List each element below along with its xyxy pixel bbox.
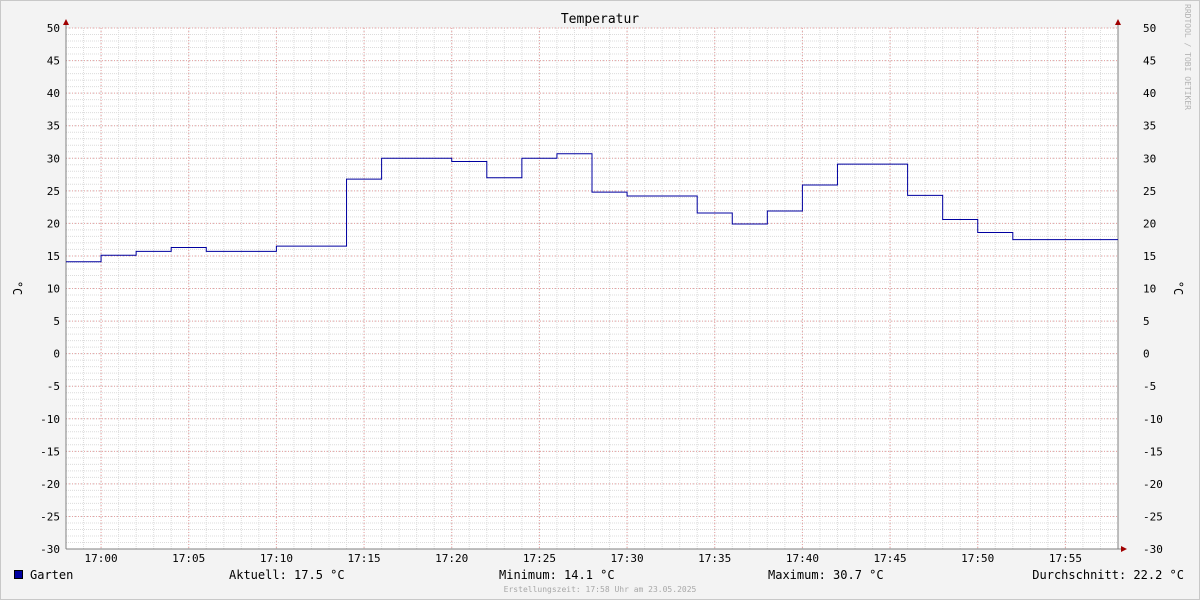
y-tick-label-left: -30: [40, 543, 60, 556]
y-tick-label-right: 40: [1143, 87, 1156, 100]
y-tick-label-left: 50: [47, 22, 60, 35]
y-tick-label-left: 40: [47, 87, 60, 100]
x-tick-label: 17:25: [523, 552, 556, 565]
y-tick-label-left: 0: [53, 348, 60, 361]
y-tick-label-right: -25: [1143, 510, 1163, 523]
y-tick-label-right: -30: [1143, 543, 1163, 556]
y-axis-left-arrow: [63, 19, 69, 25]
x-axis-arrow: [1121, 546, 1127, 552]
y-axis-label-left: °C: [10, 281, 24, 295]
temperature-chart: -30 -30 -25 -25 -20 -20 -15 -15 -10 -10 -5 -5 0 0 5 5 10…: [10, 12, 1185, 565]
x-tick-label: 17:45: [874, 552, 907, 565]
y-tick-label-left: 10: [47, 283, 60, 296]
x-tick-label: 17:55: [1049, 552, 1082, 565]
y-tick-label-right: 50: [1143, 22, 1156, 35]
x-tick-label: 17:40: [786, 552, 819, 565]
y-tick-label-right: -5: [1143, 380, 1156, 393]
y-tick-label-right: -10: [1143, 413, 1163, 426]
y-tick-label-left: 25: [47, 185, 60, 198]
y-tick-label-right: 35: [1143, 120, 1156, 133]
y-tick-label-right: -15: [1143, 445, 1163, 458]
y-tick-label-right: 15: [1143, 250, 1156, 263]
legend-swatch-garten: [14, 570, 23, 579]
y-tick-label-left: -25: [40, 510, 60, 523]
y-axis-right-arrow: [1115, 19, 1121, 25]
y-tick-label-right: 45: [1143, 55, 1156, 68]
y-tick-label-right: 30: [1143, 152, 1156, 165]
y-tick-label-left: 30: [47, 152, 60, 165]
y-tick-label-left: 20: [47, 217, 60, 230]
x-tick-label: 17:35: [698, 552, 731, 565]
rrdtool-watermark: RRDTOOL / TOBI OETIKER: [1183, 4, 1192, 110]
y-tick-label-right: 0: [1143, 348, 1150, 361]
x-tick-label: 17:10: [260, 552, 293, 565]
legend-maximum: Maximum: 30.7 °C: [768, 568, 884, 582]
x-tick-label: 17:15: [348, 552, 381, 565]
y-tick-label-left: 35: [47, 120, 60, 133]
y-tick-label-left: -10: [40, 413, 60, 426]
y-tick-label-left: -20: [40, 478, 60, 491]
y-tick-label-right: -20: [1143, 478, 1163, 491]
legend-minimum: Minimum: 14.1 °C: [499, 568, 615, 582]
x-tick-label: 17:20: [435, 552, 468, 565]
y-tick-label-right: 10: [1143, 283, 1156, 296]
y-axis-label-right: °C: [1171, 281, 1185, 295]
x-tick-label: 17:05: [172, 552, 205, 565]
y-tick-label-right: 25: [1143, 185, 1156, 198]
y-tick-label-right: 20: [1143, 217, 1156, 230]
y-tick-label-right: 5: [1143, 315, 1150, 328]
legend-series-name: Garten: [30, 568, 74, 582]
grid-lines: [65, 27, 1119, 550]
creation-time: Erstellungszeit: 17:58 Uhr am 23.05.2025: [503, 585, 697, 594]
chart-title: Temperatur: [561, 12, 639, 27]
y-tick-label-left: 45: [47, 55, 60, 68]
y-tick-label-left: -5: [47, 380, 60, 393]
y-tick-label-left: 15: [47, 250, 60, 263]
x-tick-label: 17:30: [611, 552, 644, 565]
y-tick-label-left: -15: [40, 445, 60, 458]
legend-durchschnitt: Durchschnitt: 22.2 °C: [1032, 568, 1184, 582]
x-tick-label: 17:00: [85, 552, 118, 565]
y-tick-label-left: 5: [53, 315, 60, 328]
x-tick-label: 17:50: [961, 552, 994, 565]
legend-aktuell: Aktuell: 17.5 °C: [229, 568, 345, 582]
